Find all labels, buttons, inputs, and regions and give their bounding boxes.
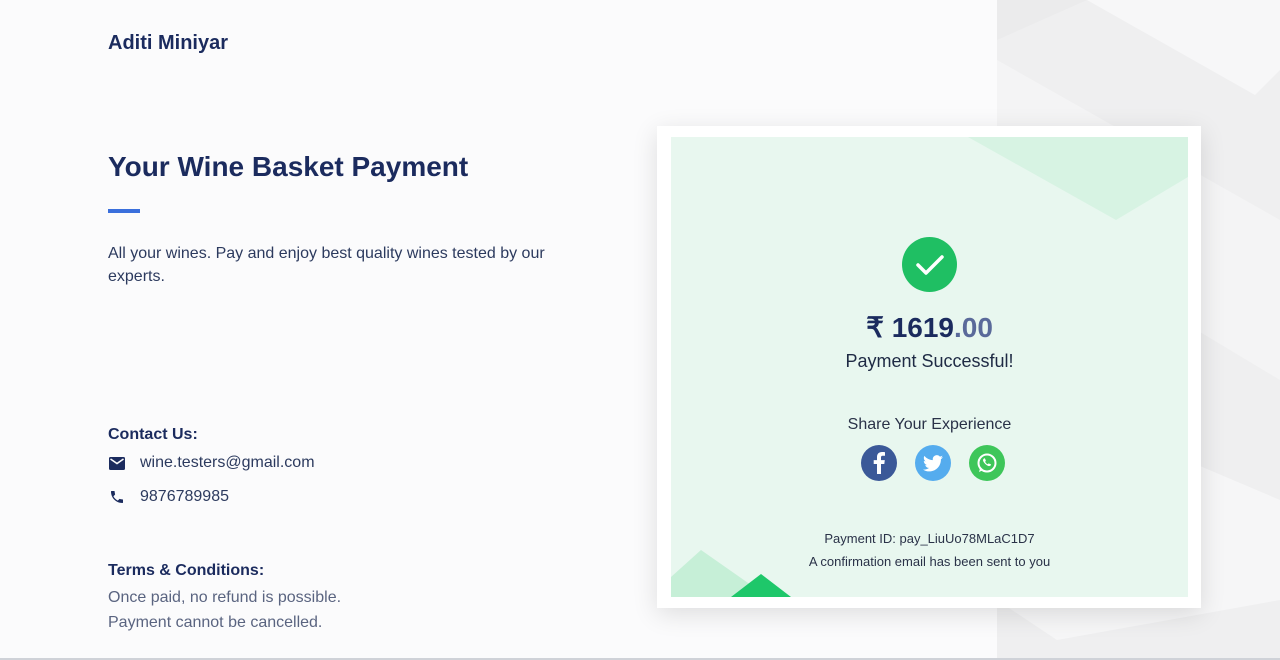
- contact-phone[interactable]: 9876789985: [140, 488, 229, 506]
- contact-phone-row[interactable]: 9876789985: [108, 488, 229, 506]
- page-title: Your Wine Basket Payment: [108, 151, 469, 182]
- terms-heading: Terms & Conditions:: [108, 562, 265, 579]
- merchant-name: Aditi Miniyar: [108, 32, 229, 54]
- phone-icon: [108, 488, 126, 506]
- contact-heading: Contact Us:: [108, 426, 198, 443]
- mail-icon: [108, 454, 126, 472]
- payment-id: Payment ID: pay_LiuUo78MLaC1D7: [824, 531, 1035, 546]
- payment-status: Payment Successful!: [845, 351, 1014, 371]
- success-check-icon: [902, 237, 957, 292]
- confirmation-message: A confirmation email has been sent to yo…: [808, 554, 1051, 569]
- facebook-icon[interactable]: [861, 445, 897, 481]
- contact-email-row[interactable]: wine.testers@gmail.com: [108, 454, 315, 472]
- payment-amount: ₹ 1619.00: [671, 311, 1188, 344]
- payment-description: All your wines. Pay and enjoy best quali…: [108, 245, 545, 285]
- payment-success-card: ₹ 1619.00 Payment Successful! Share Your…: [657, 126, 1201, 608]
- share-buttons: [861, 445, 1005, 481]
- amount-decimal: .00: [953, 312, 993, 343]
- contact-email[interactable]: wine.testers@gmail.com: [140, 454, 315, 472]
- terms-line: Payment cannot be cancelled.: [108, 614, 323, 631]
- twitter-icon[interactable]: [915, 445, 951, 481]
- title-underline: [108, 209, 140, 213]
- terms-line: Once paid, no refund is possible.: [108, 589, 342, 606]
- currency-symbol: ₹: [866, 312, 884, 343]
- whatsapp-icon[interactable]: [969, 445, 1005, 481]
- amount-whole: 1619: [891, 312, 954, 343]
- payment-success-panel: ₹ 1619.00 Payment Successful! Share Your…: [671, 137, 1188, 597]
- share-label: Share Your Experience: [847, 416, 1012, 433]
